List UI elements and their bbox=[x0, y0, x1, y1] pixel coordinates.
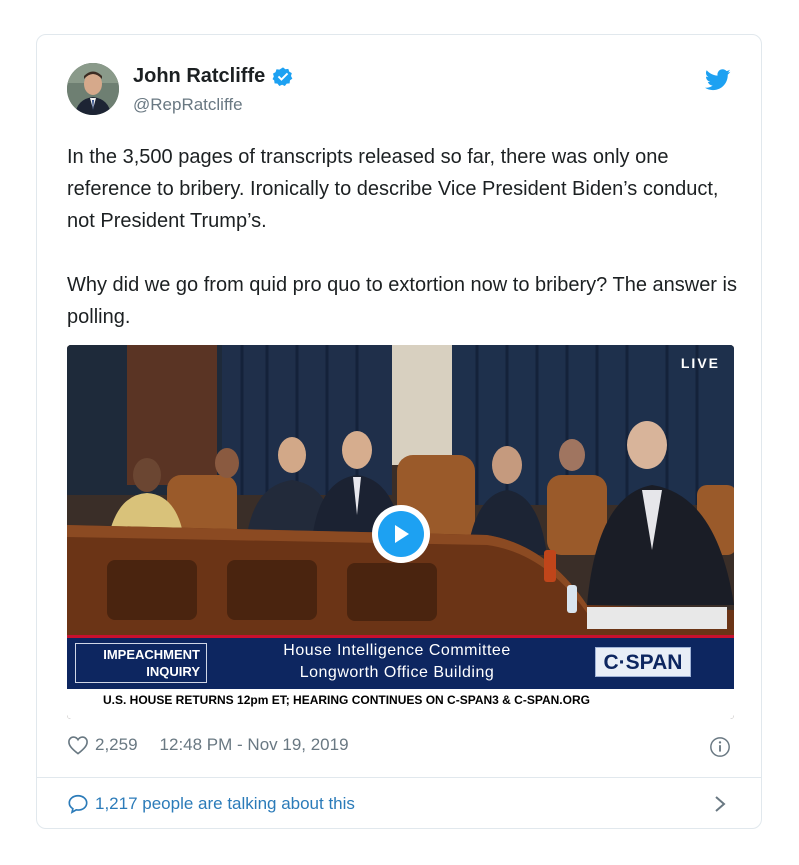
speech-bubble-icon bbox=[68, 794, 88, 814]
play-icon bbox=[395, 525, 409, 543]
chyron-line-2: Longworth Office Building bbox=[299, 664, 495, 681]
tweet-paragraph: Why did we go from quid pro quo to extor… bbox=[67, 274, 737, 328]
chyron-title: House Intelligence Committee Longworth O… bbox=[217, 640, 577, 684]
chevron-right-icon[interactable] bbox=[713, 795, 727, 813]
news-ticker: U.S. HOUSE RETURNS 12pm ET; HEARING CONT… bbox=[67, 689, 734, 719]
chyron-line-1: House Intelligence Committee bbox=[283, 642, 511, 659]
chyron-bar: IMPEACHMENT INQUIRY House Intelligence C… bbox=[67, 635, 734, 689]
twitter-bird-icon[interactable] bbox=[705, 69, 731, 91]
conversation-text[interactable]: 1,217 people are talking about this bbox=[95, 794, 355, 814]
timestamp[interactable]: 12:48 PM - Nov 19, 2019 bbox=[160, 735, 349, 755]
heart-icon[interactable] bbox=[67, 735, 89, 755]
video-player[interactable]: LIVE IMPEACHMENT INQUIRY House Intellige… bbox=[67, 345, 734, 719]
play-button[interactable] bbox=[372, 505, 430, 563]
live-label: LIVE bbox=[680, 355, 720, 371]
author-row: John Ratcliffe bbox=[133, 65, 294, 88]
network-logo: C·SPAN bbox=[595, 647, 691, 677]
conversation-link[interactable]: 1,217 people are talking about this bbox=[67, 793, 355, 815]
tweet-card: John Ratcliffe @RepRatcliffe In the 3,50… bbox=[36, 34, 762, 829]
tweet-paragraph: In the 3,500 pages of transcripts releas… bbox=[67, 146, 719, 232]
chyron-tag: IMPEACHMENT INQUIRY bbox=[75, 643, 207, 683]
tweet-text: In the 3,500 pages of transcripts releas… bbox=[67, 141, 737, 333]
info-icon[interactable] bbox=[709, 736, 731, 758]
author-name[interactable]: John Ratcliffe bbox=[133, 65, 265, 88]
author-handle[interactable]: @RepRatcliffe bbox=[133, 95, 243, 115]
avatar[interactable] bbox=[67, 63, 119, 115]
verified-badge-icon bbox=[272, 66, 293, 86]
like-count[interactable]: 2,259 bbox=[95, 735, 138, 755]
tweet-meta: 2,259 12:48 PM - Nov 19, 2019 bbox=[67, 735, 349, 755]
divider bbox=[37, 777, 761, 778]
